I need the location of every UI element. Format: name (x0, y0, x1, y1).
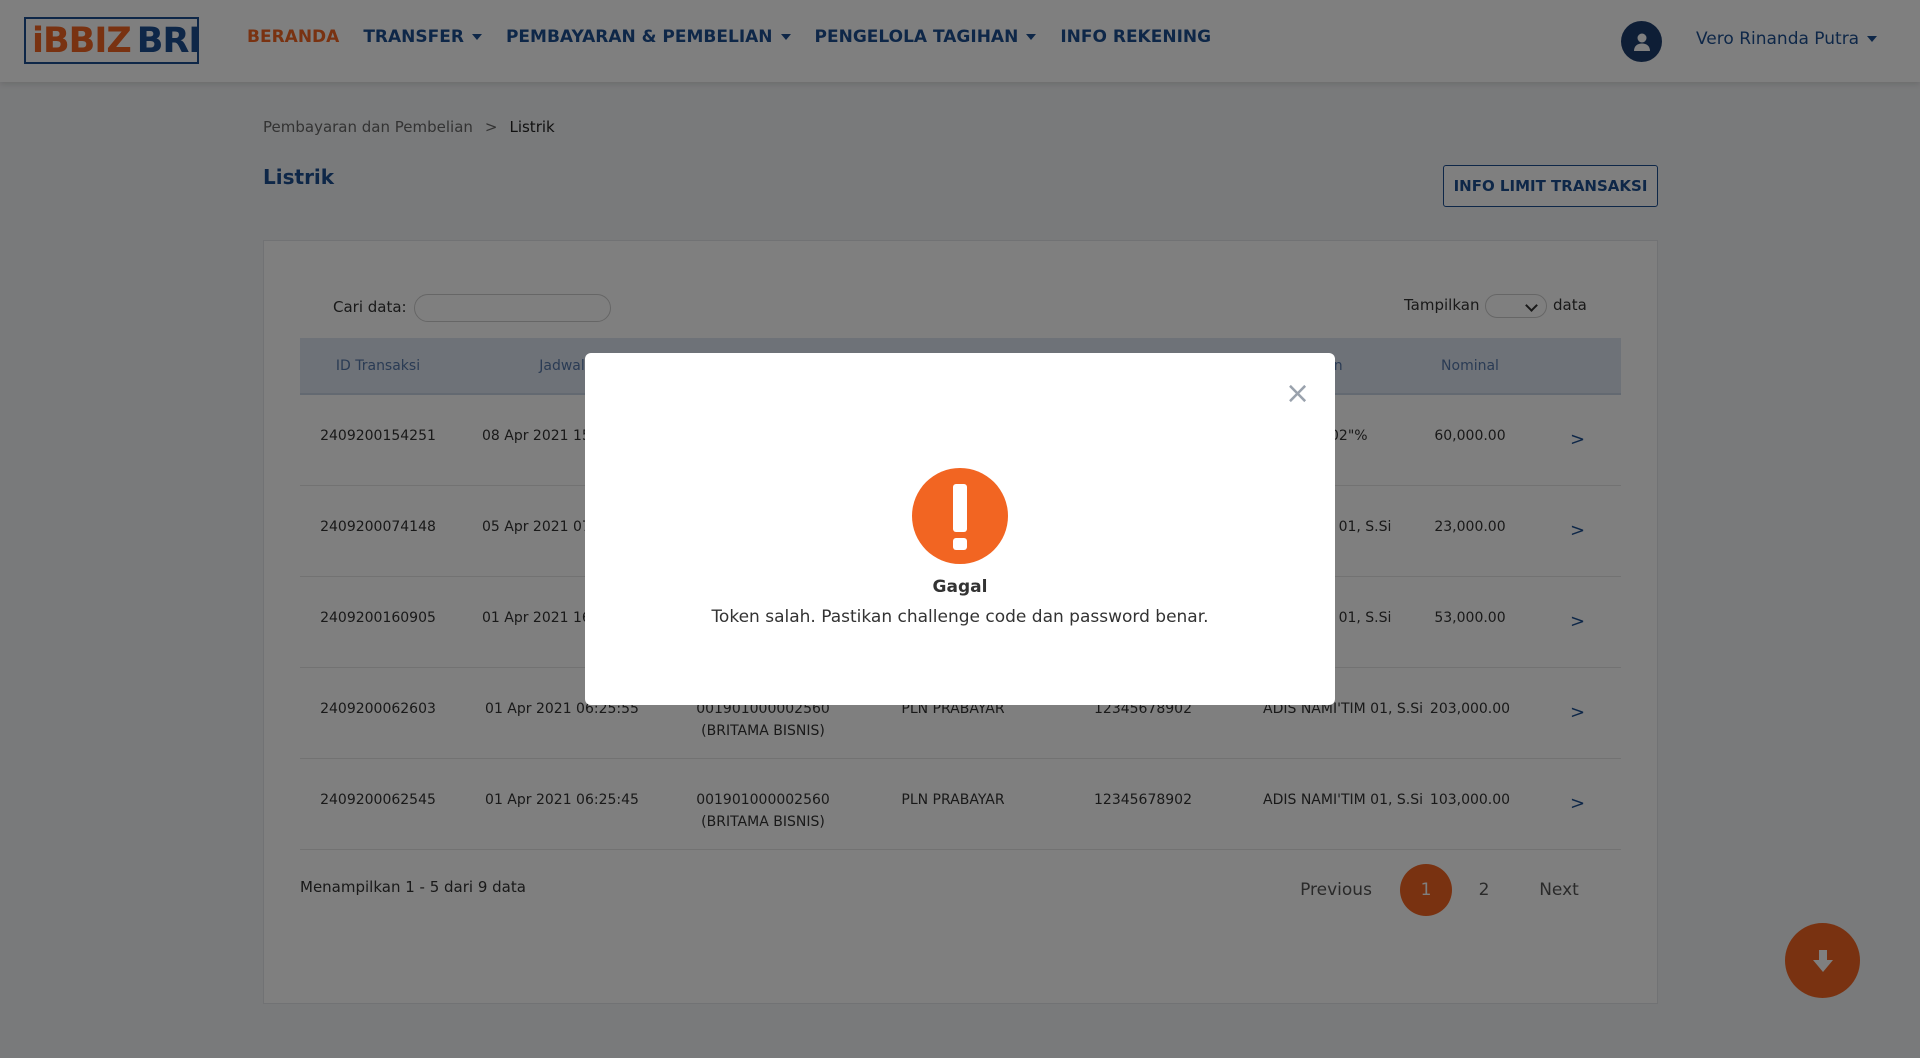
exclamation-dot (953, 538, 967, 550)
exclamation-icon (912, 468, 1008, 564)
exclamation-bar (953, 484, 967, 532)
close-icon[interactable]: × (1285, 379, 1310, 409)
modal-message: Token salah. Pastikan challenge code dan… (711, 607, 1209, 627)
modal-title: Gagal (932, 577, 988, 597)
error-modal: × Gagal Token salah. Pastikan challenge … (585, 353, 1335, 705)
